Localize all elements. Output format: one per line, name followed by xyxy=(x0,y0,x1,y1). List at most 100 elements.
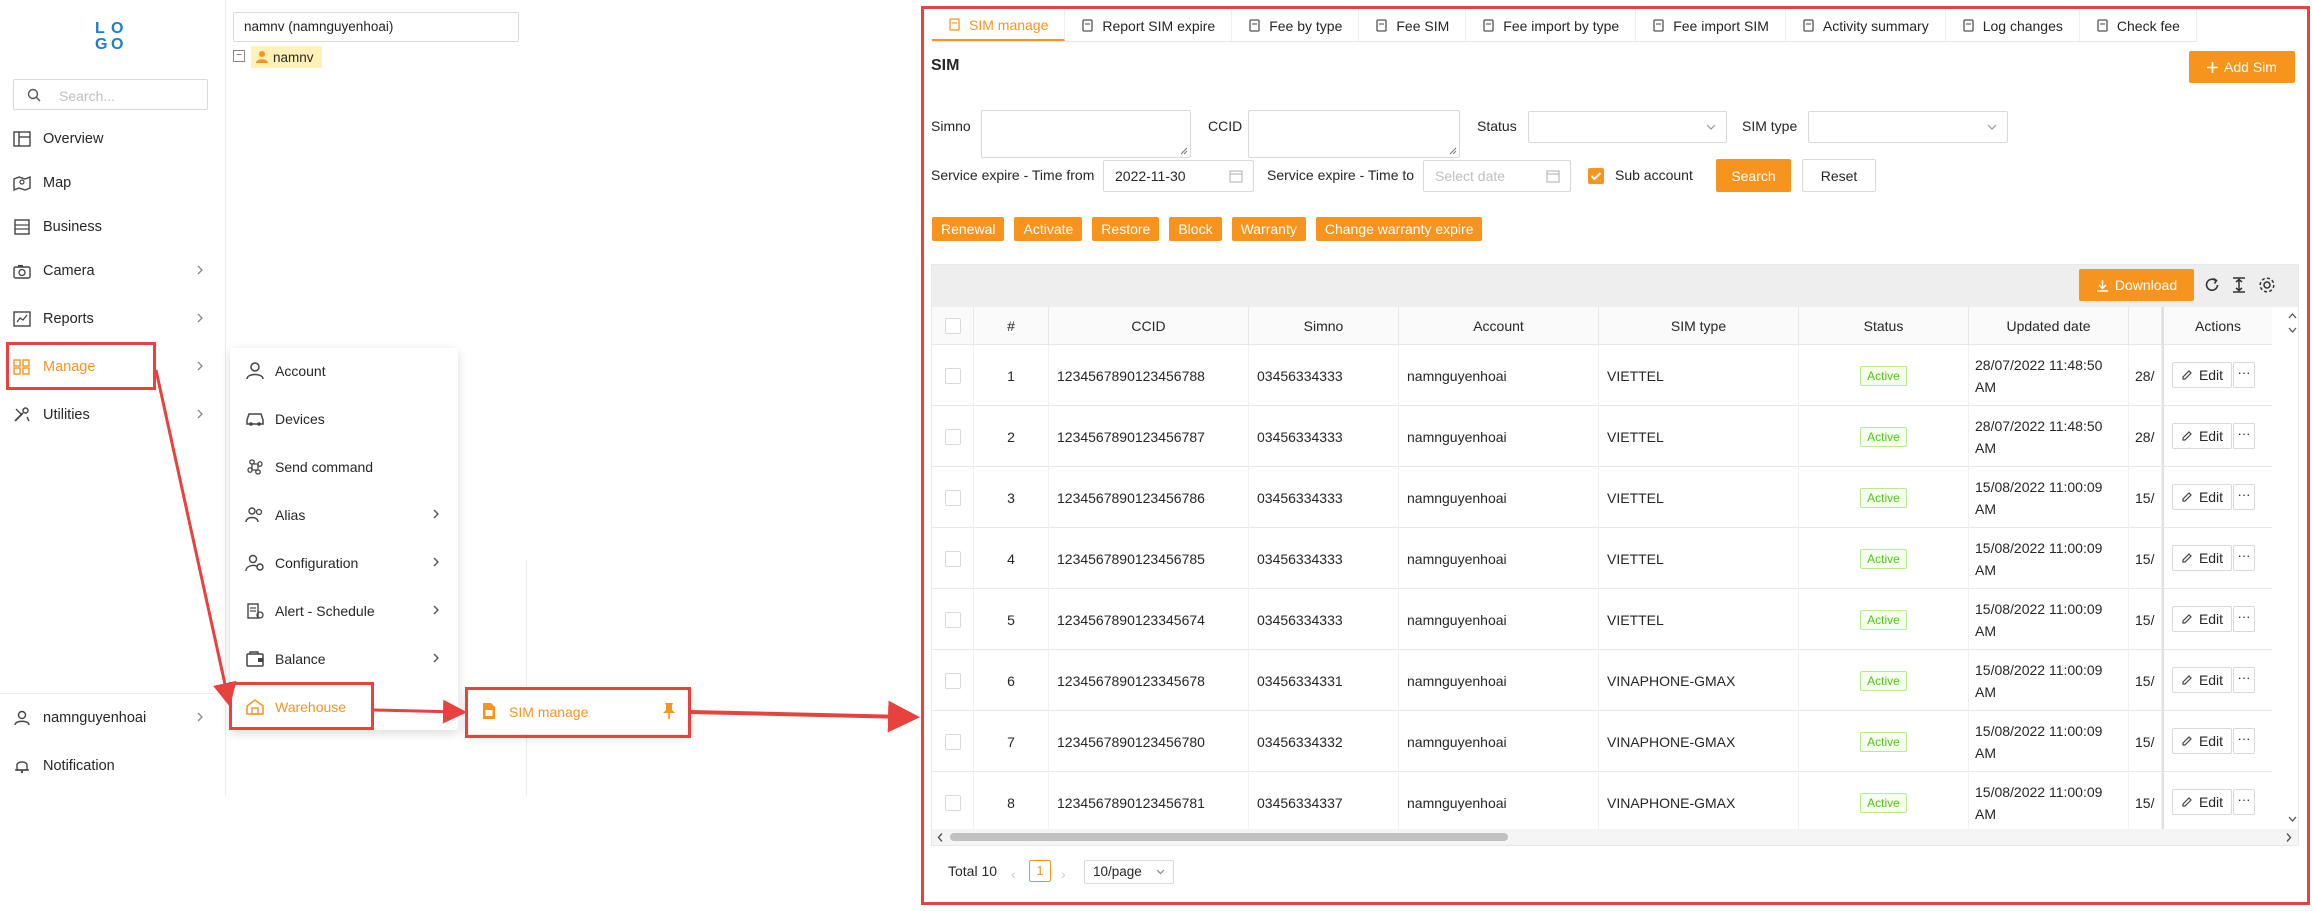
simtype-select[interactable] xyxy=(1808,111,2008,143)
edit-button[interactable]: Edit xyxy=(2172,362,2232,388)
sub-account-checkbox[interactable] xyxy=(1588,168,1604,184)
submenu-item-warehouse[interactable]: Warehouse xyxy=(230,687,458,727)
more-actions-button[interactable]: ··· xyxy=(2233,484,2255,510)
ccid-field[interactable] xyxy=(1248,110,1460,158)
scroll-down-icon[interactable] xyxy=(2287,815,2298,824)
column-header-simtype[interactable]: SIM type xyxy=(1599,307,1799,345)
sidebar-notification[interactable]: Notification xyxy=(0,749,222,783)
tab-report-sim-expire[interactable]: Report SIM expire xyxy=(1065,10,1233,41)
settings-icon[interactable] xyxy=(2258,276,2276,294)
more-actions-button[interactable]: ··· xyxy=(2233,545,2255,571)
reset-button[interactable]: Reset xyxy=(1802,159,1876,192)
vertical-scrollbar[interactable] xyxy=(2287,307,2298,833)
edit-button[interactable]: Edit xyxy=(2172,545,2232,571)
pagination-prev[interactable]: ‹ xyxy=(1011,866,1016,882)
scroll-left-icon[interactable] xyxy=(936,832,945,843)
refresh-icon[interactable] xyxy=(2203,276,2221,294)
tab-fee-import-sim[interactable]: Fee import SIM xyxy=(1636,10,1786,41)
more-actions-button[interactable]: ··· xyxy=(2233,789,2255,815)
tab-activity-summary[interactable]: Activity summary xyxy=(1786,10,1946,41)
add-sim-button[interactable]: Add Sim xyxy=(2189,51,2295,83)
sidebar-item-overview[interactable]: Overview xyxy=(0,122,222,156)
tab-fee-sim[interactable]: Fee SIM xyxy=(1359,10,1467,41)
tab-log-changes[interactable]: Log changes xyxy=(1946,10,2080,41)
submenu-item-account[interactable]: Account xyxy=(230,351,458,391)
row-checkbox[interactable] xyxy=(944,550,961,567)
row-checkbox[interactable] xyxy=(944,489,961,506)
sidebar-item-map[interactable]: Map xyxy=(0,166,222,200)
tree-collapse-toggle[interactable]: − xyxy=(233,50,245,62)
pagination-page-1[interactable]: 1 xyxy=(1029,860,1051,882)
column-header-simno[interactable]: Simno xyxy=(1249,307,1399,345)
sidebar-item-reports[interactable]: Reports xyxy=(0,302,222,336)
sidebar-item-manage[interactable]: Manage xyxy=(0,350,222,384)
tab-sim-manage[interactable]: SIM manage xyxy=(932,10,1066,41)
sidebar-item-utilities[interactable]: Utilities xyxy=(0,398,222,432)
row-checkbox[interactable] xyxy=(944,794,961,811)
edit-button[interactable]: Edit xyxy=(2172,423,2232,449)
more-actions-button[interactable]: ··· xyxy=(2233,667,2255,693)
activate-button[interactable]: Activate xyxy=(1014,217,1083,241)
sidebar-item-business[interactable]: Business xyxy=(0,210,222,244)
tab-fee-by-type[interactable]: Fee by type xyxy=(1232,10,1360,41)
restore-button[interactable]: Restore xyxy=(1092,217,1160,241)
horizontal-scrollbar[interactable] xyxy=(932,829,2298,845)
row-checkbox[interactable] xyxy=(944,733,961,750)
block-button[interactable]: Block xyxy=(1169,217,1222,241)
column-height-icon[interactable] xyxy=(2230,276,2248,294)
submenu-item-configuration[interactable]: Configuration xyxy=(230,543,458,583)
scroll-up-icon[interactable] xyxy=(2287,311,2298,320)
download-button[interactable]: Download xyxy=(2079,269,2194,301)
row-checkbox[interactable] xyxy=(944,428,961,445)
tree-search-input[interactable]: namnv (namnguyenhoai) xyxy=(233,12,519,42)
pagination-next[interactable]: › xyxy=(1061,866,1066,882)
logo[interactable]: L O G O xyxy=(91,20,129,54)
submenu-item-send-command[interactable]: Send command xyxy=(230,447,458,487)
sidebar-item-camera[interactable]: Camera xyxy=(0,254,222,288)
table-row[interactable]: 2 1234567890123456787 03456334333 namnguyen… xyxy=(932,406,2272,467)
horizontal-scroll-thumb[interactable] xyxy=(950,833,1508,841)
column-header-status[interactable]: Status xyxy=(1799,307,1969,345)
time-to-date[interactable]: Select date xyxy=(1423,160,1571,192)
more-actions-button[interactable]: ··· xyxy=(2233,423,2255,449)
simno-field[interactable] xyxy=(981,110,1191,158)
submenu-item-alias[interactable]: Alias xyxy=(230,495,458,535)
renewal-button[interactable]: Renewal xyxy=(932,217,1005,241)
select-all-checkbox[interactable] xyxy=(944,318,961,334)
page-size-select[interactable]: 10/page xyxy=(1084,860,1174,884)
table-row[interactable]: 6 1234567890123345678 03456334331 namnguyen… xyxy=(932,650,2272,711)
table-row[interactable]: 8 1234567890123456781 03456334337 namnguyen… xyxy=(932,772,2272,833)
scroll-down-icon[interactable] xyxy=(2287,326,2298,335)
edit-button[interactable]: Edit xyxy=(2172,728,2232,754)
row-checkbox[interactable] xyxy=(944,611,961,628)
table-row[interactable]: 4 1234567890123456785 03456334333 namnguyen… xyxy=(932,528,2272,589)
tree-node[interactable]: namnv xyxy=(251,46,322,68)
more-actions-button[interactable]: ··· xyxy=(2233,728,2255,754)
more-actions-button[interactable]: ··· xyxy=(2233,606,2255,632)
table-row[interactable]: 1 1234567890123456788 03456334333 namnguyen… xyxy=(932,345,2272,406)
table-row[interactable]: 7 1234567890123456780 03456334332 namnguyen… xyxy=(932,711,2272,772)
sidebar-user[interactable]: namnguyenhoai xyxy=(0,701,222,735)
pin-icon[interactable] xyxy=(662,702,676,720)
flyout-item-sim-manage[interactable]: SIM manage xyxy=(509,704,588,720)
table-row[interactable]: 5 1234567890123345674 03456334333 namnguyen… xyxy=(932,589,2272,650)
scroll-right-icon[interactable] xyxy=(2284,832,2293,843)
tab-check-fee[interactable]: Check fee xyxy=(2080,10,2197,41)
more-actions-button[interactable]: ··· xyxy=(2233,362,2255,388)
column-header-updated-date[interactable]: Updated date xyxy=(1969,307,2129,345)
edit-button[interactable]: Edit xyxy=(2172,789,2232,815)
edit-button[interactable]: Edit xyxy=(2172,484,2232,510)
column-header-ccid[interactable]: CCID xyxy=(1049,307,1249,345)
submenu-item-balance[interactable]: Balance xyxy=(230,639,458,679)
table-row[interactable]: 3 1234567890123456786 03456334333 namnguyen… xyxy=(932,467,2272,528)
time-from-date[interactable]: 2022-11-30 xyxy=(1103,160,1254,192)
submenu-item-alert-schedule[interactable]: Alert - Schedule xyxy=(230,591,458,631)
row-checkbox[interactable] xyxy=(944,672,961,689)
row-checkbox[interactable] xyxy=(944,367,961,384)
edit-button[interactable]: Edit xyxy=(2172,667,2232,693)
column-header-account[interactable]: Account xyxy=(1399,307,1599,345)
sidebar-search-input[interactable]: Search... xyxy=(13,79,208,110)
search-button[interactable]: Search xyxy=(1716,159,1791,192)
tab-fee-import-by-type[interactable]: Fee import by type xyxy=(1466,10,1637,41)
edit-button[interactable]: Edit xyxy=(2172,606,2232,632)
